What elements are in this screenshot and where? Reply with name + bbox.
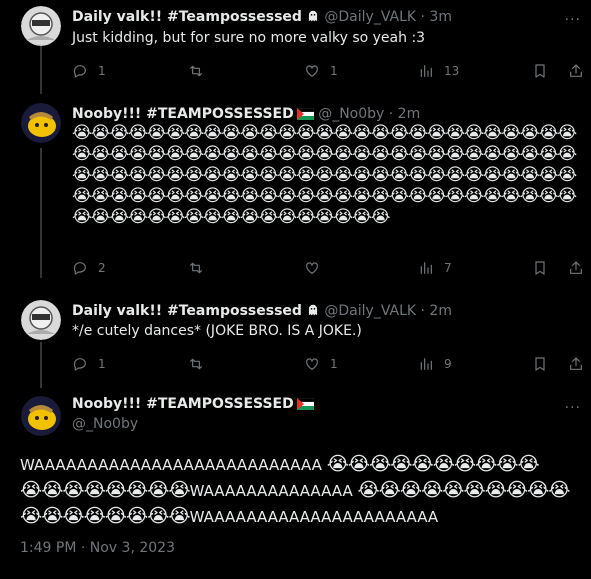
tweet-text: Just kidding, but for sure no more valky…: [72, 30, 426, 46]
avatar-image: [21, 103, 61, 143]
emoji-segment: 😭😭😭😭😭😭😭😭😭😭: [357, 479, 570, 501]
reply-icon: [72, 356, 88, 372]
tweet-actions: 1 1 13: [72, 61, 586, 81]
reply-button[interactable]: 2: [72, 258, 106, 278]
tweet-text: */e cutely dances* (JOKE BRO. IS A JOKE.…: [72, 323, 362, 339]
avatar-image: [21, 6, 61, 46]
ghost-icon: [306, 303, 320, 322]
ghost-icon: [306, 9, 320, 28]
more-icon[interactable]: ···: [565, 400, 581, 416]
tweet-actions: 1 1 9: [72, 354, 586, 374]
text-line: 😭😭😭😭😭😭😭😭WAAAAAAAAAAAAAAAAAAAAAA: [20, 504, 585, 530]
views-icon: [418, 260, 434, 276]
bookmark-icon: [532, 260, 548, 276]
like-icon: [304, 356, 320, 372]
palestine-flag-icon: [296, 397, 314, 410]
reply-icon: [72, 63, 88, 79]
views-button[interactable]: 9: [418, 354, 452, 374]
avatar-nooby[interactable]: [21, 396, 61, 436]
views-icon: [418, 63, 434, 79]
palestine-flag-icon: [296, 107, 314, 120]
bookmark-button[interactable]: [532, 258, 548, 278]
text-line: WAAAAAAAAAAAAAAAAAAAAAAAAAAA 😭😭😭😭😭😭😭😭😭😭: [20, 452, 585, 478]
share-button[interactable]: [568, 61, 584, 81]
relative-time[interactable]: 2m: [429, 303, 452, 319]
views-icon: [418, 356, 434, 372]
like-icon: [304, 260, 320, 276]
emoji-segment: 😭😭😭😭😭😭😭😭: [20, 479, 191, 501]
retweet-icon: [188, 63, 204, 79]
handle[interactable]: @_No0by: [72, 416, 138, 432]
share-icon: [568, 260, 584, 276]
emoji-segment: 😭😭😭😭😭😭😭😭😭😭: [326, 453, 540, 475]
text-segment: WAAAAAAAAAAAAAAAAAAAAAAAAAAA: [20, 456, 327, 474]
separator-dot: ·: [420, 303, 425, 319]
bookmark-icon: [532, 356, 548, 372]
relative-time[interactable]: 3m: [429, 9, 452, 25]
separator-dot: ·: [388, 106, 394, 122]
display-name-text: Nooby!!! #TEAMPOSSESSED: [72, 396, 294, 412]
retweet-icon: [188, 260, 204, 276]
separator-dot: ·: [420, 9, 425, 25]
handle[interactable]: @Daily_VALK: [324, 303, 416, 319]
reply-icon: [72, 260, 88, 276]
avatar-daily-valk[interactable]: [21, 300, 61, 340]
share-button[interactable]: [568, 354, 584, 374]
views-button[interactable]: 13: [418, 61, 459, 81]
tweet[interactable]: Nooby!!! #TEAMPOSSESSED @_No0by · 2m 😭😭😭…: [0, 103, 591, 283]
bookmark-button[interactable]: [532, 354, 548, 374]
display-name[interactable]: Nooby!!! #TEAMPOSSESSED: [72, 396, 314, 412]
retweet-icon: [188, 356, 204, 372]
views-button[interactable]: 7: [418, 258, 452, 278]
like-button[interactable]: [304, 258, 320, 278]
tweet-header: Daily valk!! #Teampossessed @Daily_VALK …: [72, 8, 452, 28]
tweet-timestamp[interactable]: 1:49 PM · Nov 3, 2023: [20, 540, 175, 556]
avatar-image: [21, 396, 61, 436]
like-count: 1: [330, 357, 338, 371]
like-count: 1: [330, 64, 338, 78]
retweet-button[interactable]: [188, 258, 204, 278]
view-count: 9: [444, 357, 452, 371]
tweet-header: Daily valk!! #Teampossessed @Daily_VALK …: [72, 302, 452, 322]
avatar-daily-valk[interactable]: [21, 6, 61, 46]
text-line: 😭😭😭😭😭😭😭😭WAAAAAAAAAAAAAA 😭😭😭😭😭😭😭😭😭😭: [20, 478, 585, 504]
share-button[interactable]: [568, 258, 584, 278]
avatar-image: [21, 300, 61, 340]
retweet-button[interactable]: [188, 61, 204, 81]
retweet-button[interactable]: [188, 354, 204, 374]
text-segment: WAAAAAAAAAAAAAAAAAAAAAA: [189, 508, 439, 526]
display-name[interactable]: Daily valk!! #Teampossessed: [72, 303, 302, 319]
bookmark-icon: [532, 63, 548, 79]
main-tweet: Nooby!!! #TEAMPOSSESSED @_No0by ··· WAAA…: [0, 396, 591, 571]
view-count: 7: [444, 261, 452, 275]
share-icon: [568, 356, 584, 372]
reply-count: 2: [98, 261, 106, 275]
handle[interactable]: @Daily_VALK: [324, 9, 416, 25]
tweet-text: 😭😭😭😭😭😭😭😭😭😭😭😭😭😭😭😭😭😭😭😭😭😭😭😭😭😭😭😭😭😭😭😭😭😭😭😭😭😭😭😭…: [72, 123, 577, 227]
tweet[interactable]: Daily valk!! #Teampossessed @Daily_VALK …: [0, 6, 591, 90]
like-button[interactable]: 1: [304, 354, 338, 374]
like-icon: [304, 63, 320, 79]
reply-count: 1: [98, 64, 106, 78]
relative-time[interactable]: 2m: [398, 106, 421, 122]
tweet-actions: 2 7: [72, 258, 586, 278]
bookmark-button[interactable]: [532, 61, 548, 81]
reply-button[interactable]: 1: [72, 354, 106, 374]
handle[interactable]: @_No0by: [318, 106, 384, 122]
reply-button[interactable]: 1: [72, 61, 106, 81]
avatar-nooby[interactable]: [21, 103, 61, 143]
emoji-segment: 😭😭😭😭😭😭😭😭: [20, 505, 191, 527]
like-button[interactable]: 1: [304, 61, 338, 81]
tweet-text: WAAAAAAAAAAAAAAAAAAAAAAAAAAA 😭😭😭😭😭😭😭😭😭😭 …: [20, 452, 585, 530]
tweet-header: Nooby!!! #TEAMPOSSESSED @_No0by · 2m: [72, 105, 420, 123]
tweet[interactable]: Daily valk!! #Teampossessed @Daily_VALK …: [0, 300, 591, 380]
display-name[interactable]: Daily valk!! #Teampossessed: [72, 9, 302, 25]
view-count: 13: [444, 64, 460, 78]
more-icon[interactable]: ···: [565, 12, 581, 28]
share-icon: [568, 63, 584, 79]
reply-count: 1: [98, 357, 106, 371]
text-segment: WAAAAAAAAAAAAAA: [189, 482, 358, 500]
display-name[interactable]: Nooby!!! #TEAMPOSSESSED: [72, 106, 294, 122]
